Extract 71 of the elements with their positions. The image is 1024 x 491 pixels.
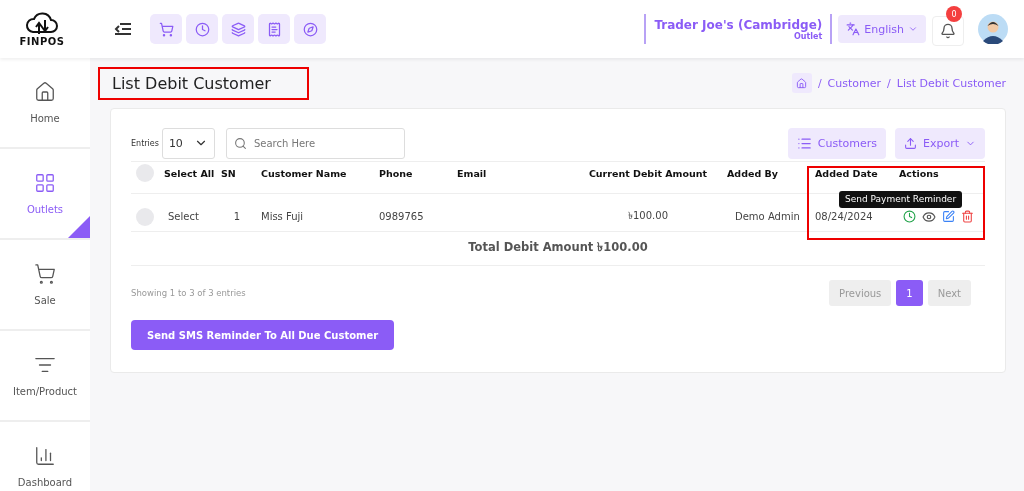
table-cell-text: 08/24/2024: [814, 211, 874, 222]
cloud-logo-icon: [25, 11, 59, 36]
store-name: Trader Joe's (Cambridge): [654, 17, 823, 32]
breadcrumb-link[interactable]: List Debit Customer: [896, 76, 1006, 90]
bar-chart-icon: [34, 445, 56, 467]
cart-icon: [158, 21, 174, 37]
column-header: Added By: [726, 167, 779, 179]
entries-label: Entries: [131, 138, 159, 148]
pagination-button[interactable]: 1: [896, 280, 923, 306]
sidebar-item[interactable]: Sale: [0, 240, 90, 329]
total-debit-amount: Total Debit Amount ৳100.00: [468, 239, 648, 256]
sidebar-item[interactable]: Outlets: [0, 149, 90, 238]
notification-badge: 0: [946, 6, 962, 22]
sidebar-toggle-icon[interactable]: [114, 22, 132, 36]
table-cell-text: ৳100.00: [627, 209, 669, 223]
list-icon: [796, 135, 812, 151]
table-cell-text: Miss Fuji: [260, 211, 305, 222]
breadcrumb-separator: /: [817, 76, 822, 90]
language-selector[interactable]: English: [838, 15, 926, 43]
column-header: Current Debit Amount: [587, 167, 709, 179]
compass-icon: [302, 21, 318, 37]
trash-icon[interactable]: [961, 210, 974, 223]
sidebar-item[interactable]: Dashboard: [0, 422, 90, 491]
breadcrumb-link[interactable]: Customer: [827, 76, 882, 90]
shortcut-button[interactable]: [222, 14, 254, 44]
caret-icon: [908, 24, 918, 34]
shortcut-button[interactable]: [150, 14, 182, 44]
sidebar-item[interactable]: Item/Product: [0, 331, 90, 420]
table-cell-text: Demo Admin: [734, 211, 801, 222]
edit-icon[interactable]: [942, 210, 955, 223]
house-icon: [34, 81, 56, 103]
entries-select[interactable]: 10: [161, 127, 215, 159]
stack-icon: [230, 21, 246, 37]
table-cell-text: 1: [232, 211, 242, 222]
bell-icon: [940, 23, 956, 39]
store-type: Outlet: [793, 31, 823, 41]
shortcut-button[interactable]: [294, 14, 326, 44]
clock-icon[interactable]: [903, 210, 916, 223]
column-header: Added Date: [814, 167, 879, 179]
translate-icon: [846, 22, 861, 36]
table-cell-text: 0989765: [378, 211, 425, 222]
export-button[interactable]: Export: [895, 127, 985, 159]
column-header: SN: [220, 167, 237, 179]
breadcrumb-separator: /: [887, 76, 891, 90]
sms-reminder-button[interactable]: Send SMS Reminder To All Due Customer: [131, 320, 395, 350]
upload-icon: [904, 136, 917, 150]
logo-text: FINPOS: [19, 35, 65, 47]
table-cell-text: Select: [167, 211, 199, 222]
clock-icon: [194, 21, 210, 37]
receipt-icon: [266, 21, 282, 37]
column-header: Phone: [378, 167, 414, 179]
eye-icon[interactable]: [922, 209, 936, 224]
home-icon: [796, 77, 808, 89]
notification-button[interactable]: [932, 16, 964, 46]
shortcut-button[interactable]: [258, 14, 290, 44]
column-header: Select All: [164, 167, 215, 179]
column-header: Email: [456, 167, 488, 179]
avatar-icon[interactable]: [978, 14, 1008, 44]
column-header: Customer Name: [260, 167, 348, 179]
column-header: Actions: [898, 167, 940, 179]
tooltip: Send Payment Reminder: [839, 190, 963, 208]
shortcut-button[interactable]: [186, 14, 218, 44]
customers-button[interactable]: Customers: [787, 127, 886, 159]
home-breadcrumb-button[interactable]: [791, 73, 812, 93]
cart-icon: [34, 263, 56, 285]
search-icon: [233, 136, 247, 150]
page-title: List Debit Customer: [98, 66, 309, 100]
search-field[interactable]: Search Here: [225, 127, 405, 159]
entries-info: Showing 1 to 3 of 3 entries: [131, 288, 246, 298]
sidebar-item[interactable]: Home: [0, 58, 90, 147]
grid-icon: [34, 172, 56, 194]
